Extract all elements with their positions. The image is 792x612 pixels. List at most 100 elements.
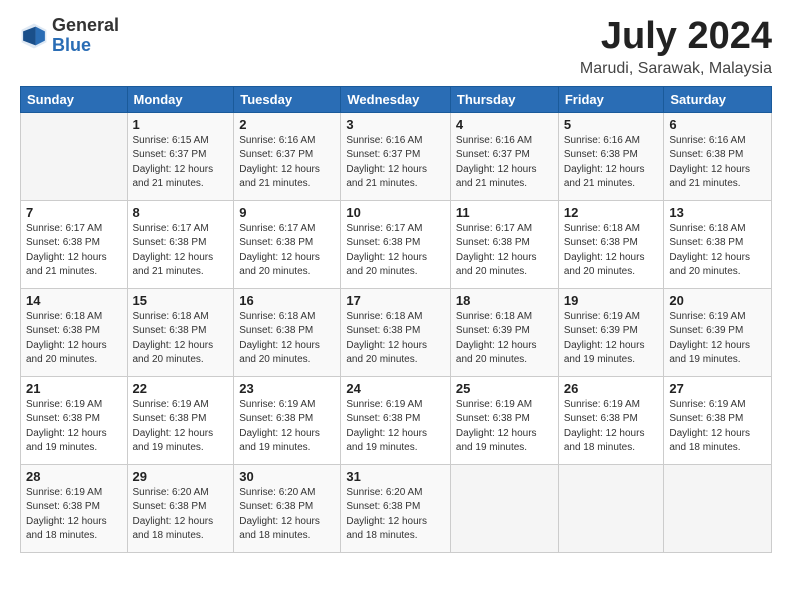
day-number: 18 [456, 293, 553, 308]
calendar-cell [450, 464, 558, 552]
calendar-cell: 5Sunrise: 6:16 AM Sunset: 6:38 PM Daylig… [558, 112, 664, 200]
calendar-cell: 16 Sunrise: 6:18 AM Sunset: 6:38 PM Dayli… [234, 288, 341, 376]
day-info: Sunrise: 6:18 AM Sunset: 6:38 PM Dayligh… [564, 222, 659, 280]
day-info: Sunrise: 6:18 AM Sunset: 6:39 PM Dayligh… [456, 310, 553, 368]
day-number: 15 [133, 293, 229, 308]
calendar-cell: 21 Sunrise: 6:19 AM Sunset: 6:38 PM Dayli… [21, 376, 128, 464]
calendar-cell: 8Sunrise: 6:17 AM Sunset: 6:38 PM Daylig… [127, 200, 234, 288]
day-info: Sunrise: 6:19 AM Sunset: 6:38 PM Dayligh… [26, 486, 122, 544]
calendar-table: SundayMondayTuesdayWednesdayThursdayFrid… [20, 86, 772, 553]
calendar-cell [664, 464, 772, 552]
day-number: 4 [456, 117, 553, 132]
day-number: 1 [133, 117, 229, 132]
day-info: Sunrise: 6:19 AM Sunset: 6:39 PM Dayligh… [669, 310, 766, 368]
day-info: Sunrise: 6:15 AM Sunset: 6:37 PM Dayligh… [133, 134, 229, 192]
calendar-cell: 2 Sunrise: 6:16 AM Sunset: 6:37 PM Daylig… [234, 112, 341, 200]
day-info: Sunrise: 6:17 AM Sunset: 6:38 PM Dayligh… [346, 222, 445, 280]
day-info: Sunrise: 6:19 AM Sunset: 6:39 PM Dayligh… [564, 310, 659, 368]
day-info: Sunrise: 6:17 AM Sunset: 6:38 PM Dayligh… [456, 222, 553, 280]
calendar-cell: 15 Sunrise: 6:18 AM Sunset: 6:38 PM Dayli… [127, 288, 234, 376]
day-info: Sunrise: 6:19 AM Sunset: 6:38 PM Dayligh… [346, 398, 445, 456]
day-info: Sunrise: 6:19 AM Sunset: 6:38 PM Dayligh… [133, 398, 229, 456]
day-number: 3 [346, 117, 445, 132]
calendar-cell: 30Sunrise: 6:20 AM Sunset: 6:38 PM Dayli… [234, 464, 341, 552]
day-number: 26 [564, 381, 659, 396]
logo-text: GeneralBlue [52, 16, 119, 56]
calendar-cell: 10 Sunrise: 6:17 AM Sunset: 6:38 PM Dayli… [341, 200, 451, 288]
logo: GeneralBlue [20, 16, 119, 56]
day-info: Sunrise: 6:17 AM Sunset: 6:38 PM Dayligh… [239, 222, 335, 280]
day-number: 9 [239, 205, 335, 220]
day-number: 28 [26, 469, 122, 484]
week-row-1: 1 Sunrise: 6:15 AM Sunset: 6:37 PM Daylig… [21, 112, 772, 200]
calendar-cell: 26Sunrise: 6:19 AM Sunset: 6:38 PM Dayli… [558, 376, 664, 464]
day-info: Sunrise: 6:20 AM Sunset: 6:38 PM Dayligh… [133, 486, 229, 544]
calendar-body: 1 Sunrise: 6:15 AM Sunset: 6:37 PM Daylig… [21, 112, 772, 552]
title-block: July 2024 Marudi, Sarawak, Malaysia [580, 16, 772, 78]
weekday-header-thursday: Thursday [450, 86, 558, 112]
weekday-header-sunday: Sunday [21, 86, 128, 112]
calendar-cell: 23 Sunrise: 6:19 AM Sunset: 6:38 PM Dayli… [234, 376, 341, 464]
day-number: 10 [346, 205, 445, 220]
day-info: Sunrise: 6:18 AM Sunset: 6:38 PM Dayligh… [239, 310, 335, 368]
day-number: 23 [239, 381, 335, 396]
day-info: Sunrise: 6:17 AM Sunset: 6:38 PM Dayligh… [26, 222, 122, 280]
day-number: 14 [26, 293, 122, 308]
calendar-cell: 18 Sunrise: 6:18 AM Sunset: 6:39 PM Dayli… [450, 288, 558, 376]
day-info: Sunrise: 6:18 AM Sunset: 6:38 PM Dayligh… [133, 310, 229, 368]
calendar-cell [21, 112, 128, 200]
weekday-header-friday: Friday [558, 86, 664, 112]
day-info: Sunrise: 6:16 AM Sunset: 6:38 PM Dayligh… [564, 134, 659, 192]
weekday-row: SundayMondayTuesdayWednesdayThursdayFrid… [21, 86, 772, 112]
day-info: Sunrise: 6:18 AM Sunset: 6:38 PM Dayligh… [26, 310, 122, 368]
day-number: 20 [669, 293, 766, 308]
calendar-cell: 22 Sunrise: 6:19 AM Sunset: 6:38 PM Dayli… [127, 376, 234, 464]
location-title: Marudi, Sarawak, Malaysia [580, 60, 772, 78]
day-info: Sunrise: 6:16 AM Sunset: 6:37 PM Dayligh… [239, 134, 335, 192]
calendar-header: SundayMondayTuesdayWednesdayThursdayFrid… [21, 86, 772, 112]
weekday-header-tuesday: Tuesday [234, 86, 341, 112]
calendar-cell: 25Sunrise: 6:19 AM Sunset: 6:38 PM Dayli… [450, 376, 558, 464]
calendar-cell: 17Sunrise: 6:18 AM Sunset: 6:38 PM Dayli… [341, 288, 451, 376]
calendar-cell: 12Sunrise: 6:18 AM Sunset: 6:38 PM Dayli… [558, 200, 664, 288]
day-info: Sunrise: 6:18 AM Sunset: 6:38 PM Dayligh… [346, 310, 445, 368]
day-number: 29 [133, 469, 229, 484]
calendar-cell: 14 Sunrise: 6:18 AM Sunset: 6:38 PM Dayli… [21, 288, 128, 376]
day-info: Sunrise: 6:20 AM Sunset: 6:38 PM Dayligh… [239, 486, 335, 544]
day-number: 22 [133, 381, 229, 396]
day-number: 19 [564, 293, 659, 308]
day-number: 21 [26, 381, 122, 396]
calendar-cell: 3 Sunrise: 6:16 AM Sunset: 6:37 PM Daylig… [341, 112, 451, 200]
day-info: Sunrise: 6:18 AM Sunset: 6:38 PM Dayligh… [669, 222, 766, 280]
day-info: Sunrise: 6:16 AM Sunset: 6:38 PM Dayligh… [669, 134, 766, 192]
header: GeneralBlue July 2024 Marudi, Sarawak, M… [20, 16, 772, 78]
weekday-header-wednesday: Wednesday [341, 86, 451, 112]
calendar-cell: 13Sunrise: 6:18 AM Sunset: 6:38 PM Dayli… [664, 200, 772, 288]
calendar-cell: 28 Sunrise: 6:19 AM Sunset: 6:38 PM Dayli… [21, 464, 128, 552]
day-number: 16 [239, 293, 335, 308]
day-number: 8 [133, 205, 229, 220]
calendar-cell [558, 464, 664, 552]
day-number: 11 [456, 205, 553, 220]
day-info: Sunrise: 6:20 AM Sunset: 6:38 PM Dayligh… [346, 486, 445, 544]
week-row-4: 21 Sunrise: 6:19 AM Sunset: 6:38 PM Dayli… [21, 376, 772, 464]
day-info: Sunrise: 6:19 AM Sunset: 6:38 PM Dayligh… [669, 398, 766, 456]
calendar-cell: 7 Sunrise: 6:17 AM Sunset: 6:38 PM Daylig… [21, 200, 128, 288]
day-info: Sunrise: 6:19 AM Sunset: 6:38 PM Dayligh… [26, 398, 122, 456]
day-number: 7 [26, 205, 122, 220]
calendar-cell: 31 Sunrise: 6:20 AM Sunset: 6:38 PM Dayli… [341, 464, 451, 552]
calendar-cell: 1 Sunrise: 6:15 AM Sunset: 6:37 PM Daylig… [127, 112, 234, 200]
day-number: 25 [456, 381, 553, 396]
weekday-header-saturday: Saturday [664, 86, 772, 112]
calendar-cell: 9 Sunrise: 6:17 AM Sunset: 6:38 PM Daylig… [234, 200, 341, 288]
day-number: 27 [669, 381, 766, 396]
day-info: Sunrise: 6:19 AM Sunset: 6:38 PM Dayligh… [239, 398, 335, 456]
calendar-cell: 6Sunrise: 6:16 AM Sunset: 6:38 PM Daylig… [664, 112, 772, 200]
calendar-cell: 19 Sunrise: 6:19 AM Sunset: 6:39 PM Dayli… [558, 288, 664, 376]
week-row-3: 14 Sunrise: 6:18 AM Sunset: 6:38 PM Dayli… [21, 288, 772, 376]
day-info: Sunrise: 6:16 AM Sunset: 6:37 PM Dayligh… [346, 134, 445, 192]
calendar-cell: 27 Sunrise: 6:19 AM Sunset: 6:38 PM Dayli… [664, 376, 772, 464]
day-number: 31 [346, 469, 445, 484]
day-number: 2 [239, 117, 335, 132]
week-row-5: 28 Sunrise: 6:19 AM Sunset: 6:38 PM Dayli… [21, 464, 772, 552]
